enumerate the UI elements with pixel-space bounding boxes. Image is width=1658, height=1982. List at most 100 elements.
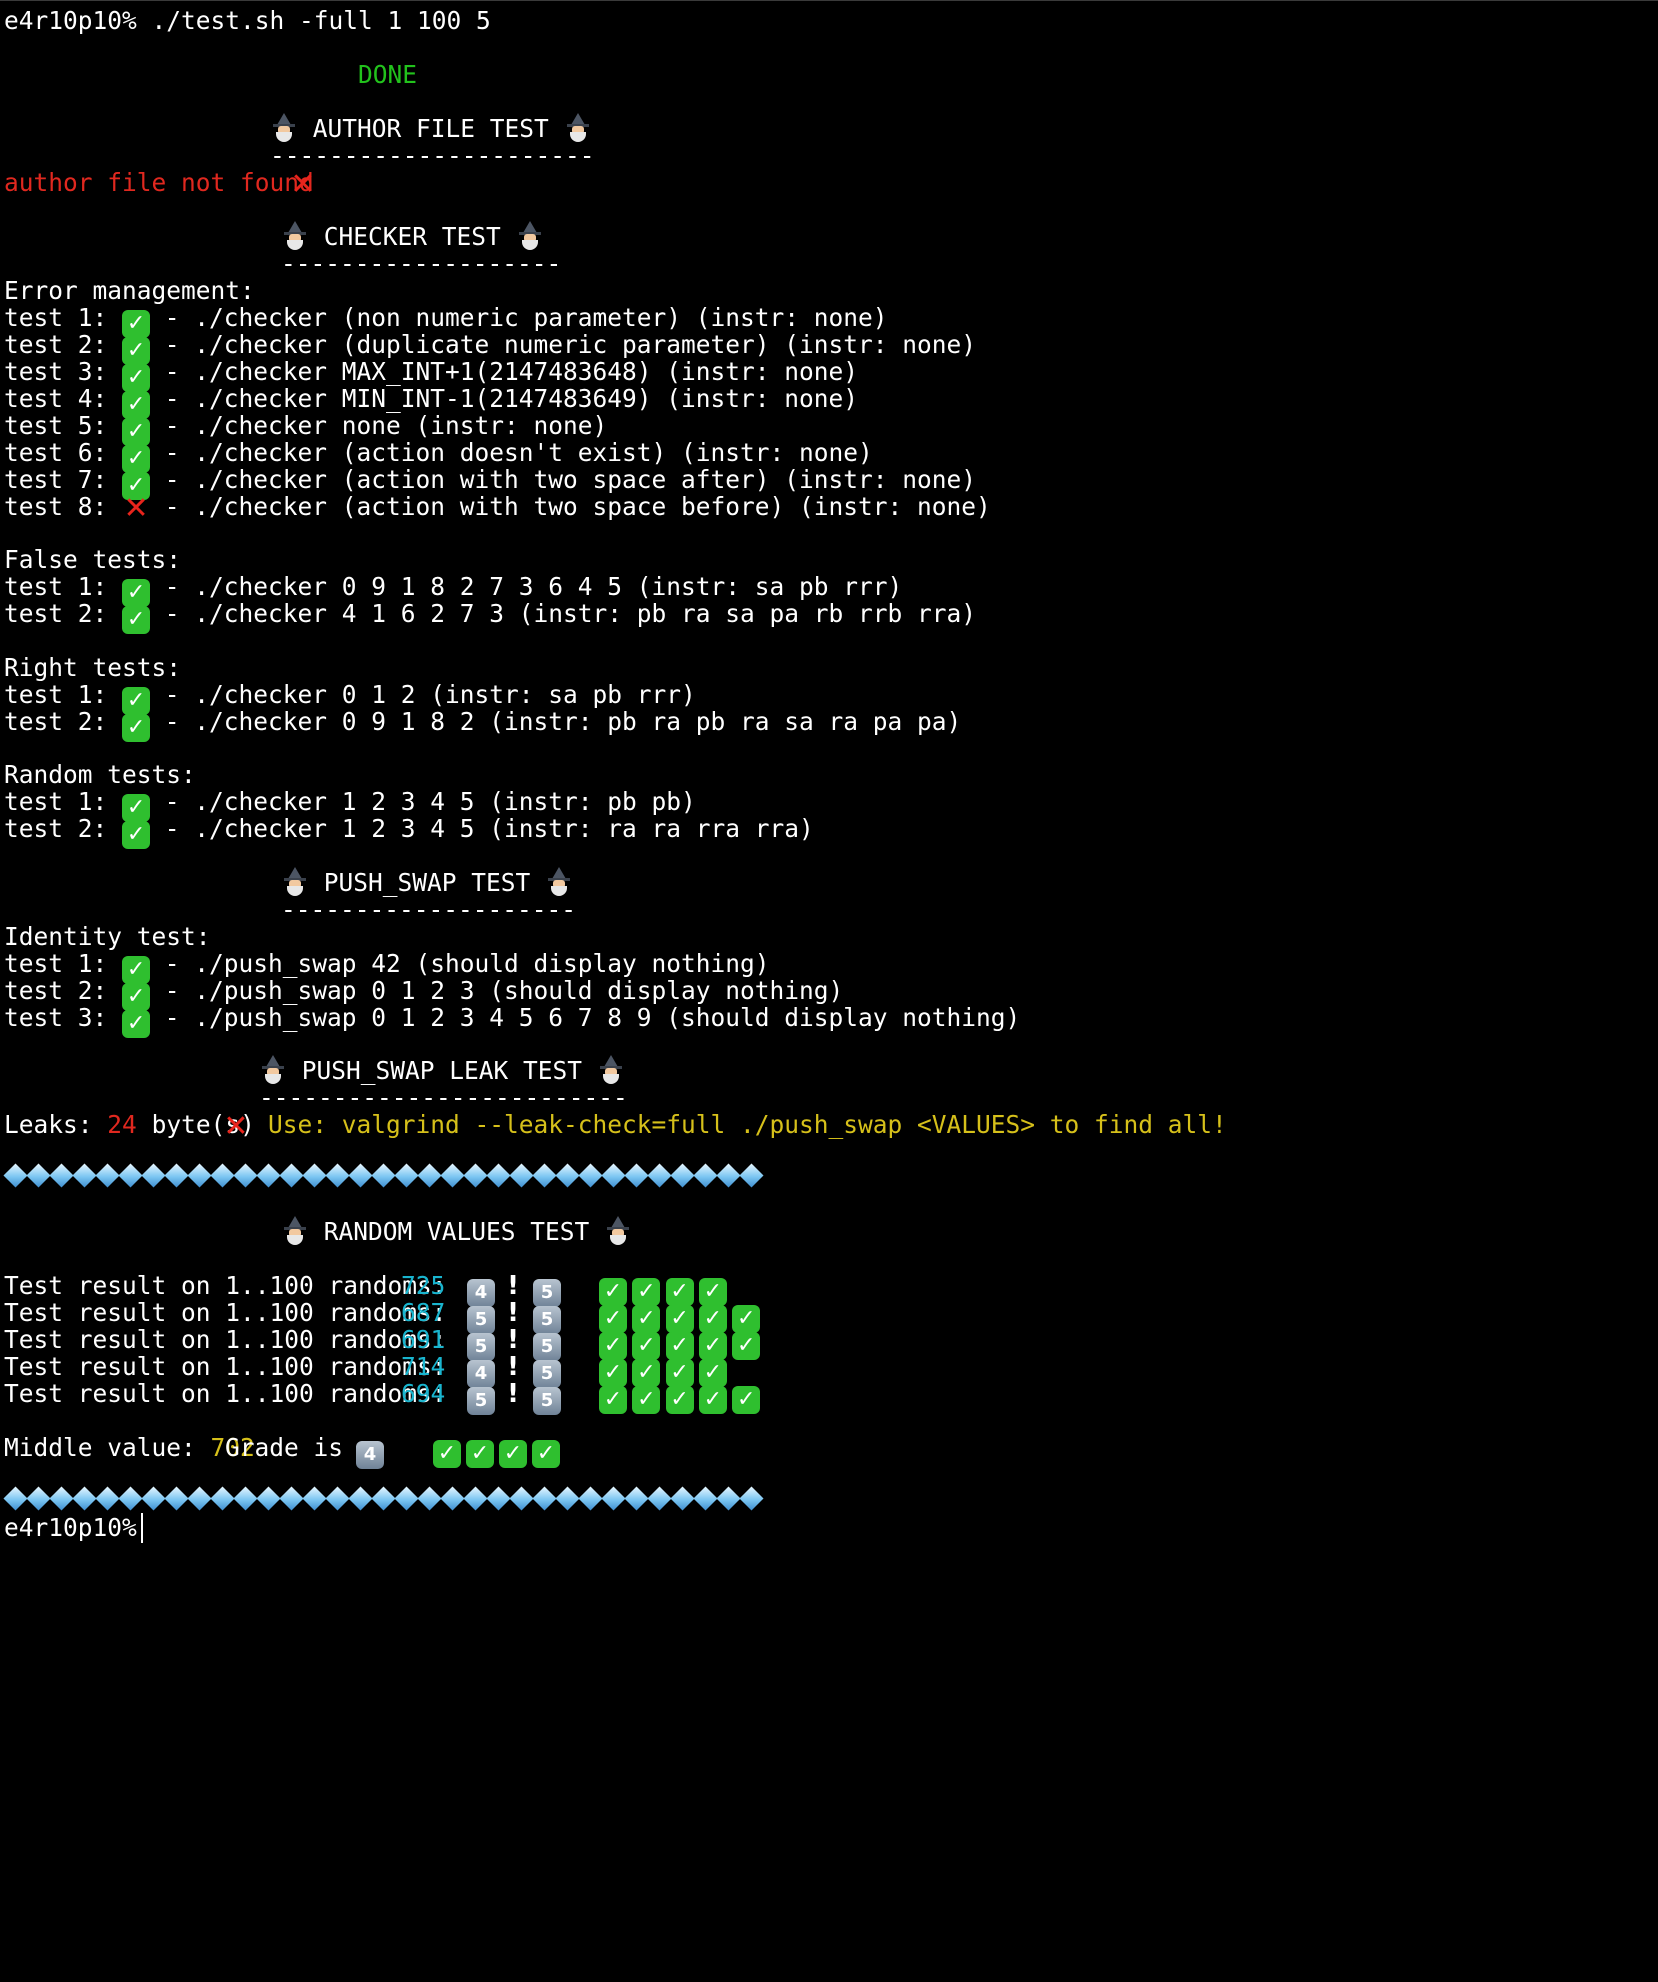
diamond-gem-icon (579, 1486, 602, 1514)
check-mark-icon: ✓ (732, 1323, 761, 1360)
diamond-gem-icon (487, 1163, 510, 1191)
diamond-gem-icon (395, 1163, 418, 1191)
diamond-gem-icon (165, 1486, 188, 1514)
diamond-gem-icon (556, 1163, 579, 1191)
diamond-gem-icon (418, 1163, 441, 1191)
test-row: test 8: ✕ - ./checker (action with two s… (4, 490, 991, 524)
diamond-gem-icon (326, 1163, 349, 1191)
check-glyph: ✓ (732, 1386, 761, 1414)
diamond-gem-icon (602, 1486, 625, 1514)
test-row: test 3: ✓ - ./push_swap 0 1 2 3 4 5 6 7 … (4, 1001, 1021, 1038)
diamond-gem-icon (625, 1486, 648, 1514)
diamond-gem-icon (464, 1486, 487, 1514)
diamond-gem-icon (372, 1163, 395, 1191)
test-row: test 2: ✓ - ./checker 0 9 1 8 2 (instr: … (4, 705, 962, 742)
random-values-title-line: RANDOM VALUES TEST (281, 1215, 632, 1249)
leak-line: Leaks: 24 byte(s) (4, 1108, 255, 1142)
random-values-title: RANDOM VALUES TEST (323, 1217, 590, 1246)
check-mark-icon: ✓ (433, 1440, 461, 1468)
check-mark-icon: ✓ (122, 821, 151, 849)
diamond-gem-icon (510, 1486, 533, 1514)
final-prompt-user: e4r10p10% (4, 1513, 137, 1542)
prompt-user: e4r10p10% (4, 6, 137, 35)
check-mark-icon: ✓ (532, 1440, 560, 1468)
test-description: - ./checker 0 9 1 8 2 (instr: pb ra pb r… (164, 707, 962, 736)
test-label: test 2: (4, 814, 108, 843)
diamond-gem-icon (533, 1163, 556, 1191)
check-glyph: ✓ (665, 1386, 694, 1414)
diamond-gem-icon (234, 1163, 257, 1191)
check-mark-icon: ✓ (599, 1377, 627, 1414)
diamond-gem-icon (717, 1486, 740, 1514)
diamond-gem-icon (556, 1486, 579, 1514)
cross-mark-icon: ✕ (290, 167, 316, 202)
diamond-gem-icon (142, 1163, 165, 1191)
check-mark-icon: ✓ (632, 1377, 661, 1414)
diamond-gem-icon (717, 1163, 740, 1191)
random-result-value: 694 (401, 1379, 446, 1408)
middle-label: Middle value: (4, 1433, 196, 1462)
check-mark-icon: ✓ (698, 1377, 727, 1414)
grade-keycap-icon: 4 (356, 1431, 384, 1469)
check-glyph: ✓ (732, 1332, 761, 1360)
check-glyph: ✓ (698, 1386, 727, 1414)
diamond-gem-icon (280, 1486, 303, 1514)
test-description: - ./push_swap 0 1 2 3 4 5 6 7 8 9 (shoul… (164, 1003, 1021, 1032)
check-glyph: ✓ (632, 1386, 661, 1414)
check-mark-icon: ✓ (499, 1440, 527, 1468)
terminal-window[interactable]: e4r10p10% ./test.sh -full 1 100 5 DONE A… (0, 0, 1658, 1982)
max-keycap-icon: 5 (533, 1377, 561, 1415)
diamond-gem-icon (234, 1486, 257, 1514)
gem-separator-row (4, 1163, 763, 1193)
grade-keycap-icon: 5 (467, 1377, 495, 1415)
diamond-gem-icon (740, 1163, 763, 1191)
grade-digit: 5 (467, 1387, 495, 1415)
command-line: e4r10p10% ./test.sh -full 1 100 5 (4, 4, 491, 38)
command-text: ./test.sh -full 1 100 5 (151, 6, 491, 35)
checker-underline: ------------------- (281, 249, 562, 278)
diamond-gem-icon (625, 1163, 648, 1191)
diamond-gem-icon (487, 1486, 510, 1514)
middle-value-line: Middle value: 702 (4, 1431, 255, 1465)
leak-hint: Use: valgrind --leak-check=full ./push_s… (268, 1110, 1227, 1139)
exclamation-icon: ! (504, 1377, 522, 1411)
diamond-gem-icon (119, 1163, 142, 1191)
diamond-gem-icon (27, 1163, 50, 1191)
diamond-gem-icon (188, 1163, 211, 1191)
diamond-gem-icon (257, 1486, 280, 1514)
check-mark-icon: ✓ (665, 1377, 694, 1414)
done-status: DONE (358, 60, 418, 89)
diamond-gem-icon (372, 1486, 395, 1514)
author-message: author file not found (4, 168, 314, 197)
diamond-gem-icon (694, 1163, 717, 1191)
push-swap-underline: -------------------- (281, 895, 577, 924)
diamond-gem-icon (303, 1163, 326, 1191)
diamond-gem-icon (349, 1163, 372, 1191)
diamond-gem-icon (188, 1486, 211, 1514)
diamond-gem-icon (50, 1486, 73, 1514)
separator-glyph: ! (507, 1379, 519, 1409)
diamond-gem-icon (648, 1163, 671, 1191)
wizard-icon (604, 1216, 632, 1246)
diamond-gem-icon (579, 1163, 602, 1191)
diamond-gem-icon (464, 1163, 487, 1191)
diamond-gem-icon (142, 1486, 165, 1514)
diamond-gem-icon (602, 1163, 625, 1191)
check-mark-icon: ✓ (466, 1440, 494, 1468)
leak-bytes: 24 (107, 1110, 137, 1139)
max-digit: 5 (533, 1387, 561, 1415)
diamond-gem-icon (119, 1486, 142, 1514)
diamond-gem-icon (303, 1486, 326, 1514)
diamond-gem-icon (211, 1163, 234, 1191)
final-prompt[interactable]: e4r10p10% (4, 1511, 143, 1545)
diamond-gem-icon (533, 1486, 556, 1514)
diamond-gem-icon (50, 1163, 73, 1191)
test-description: - ./checker 1 2 3 4 5 (instr: ra ra rra … (164, 814, 814, 843)
grade-label: Grade is : (225, 1433, 373, 1462)
leak-label: Leaks: (4, 1110, 93, 1139)
test-label: test 2: (4, 707, 108, 736)
diamond-gem-icon (73, 1163, 96, 1191)
diamond-gem-icon (418, 1486, 441, 1514)
diamond-gem-icon (211, 1486, 234, 1514)
diamond-gem-icon (4, 1486, 27, 1514)
